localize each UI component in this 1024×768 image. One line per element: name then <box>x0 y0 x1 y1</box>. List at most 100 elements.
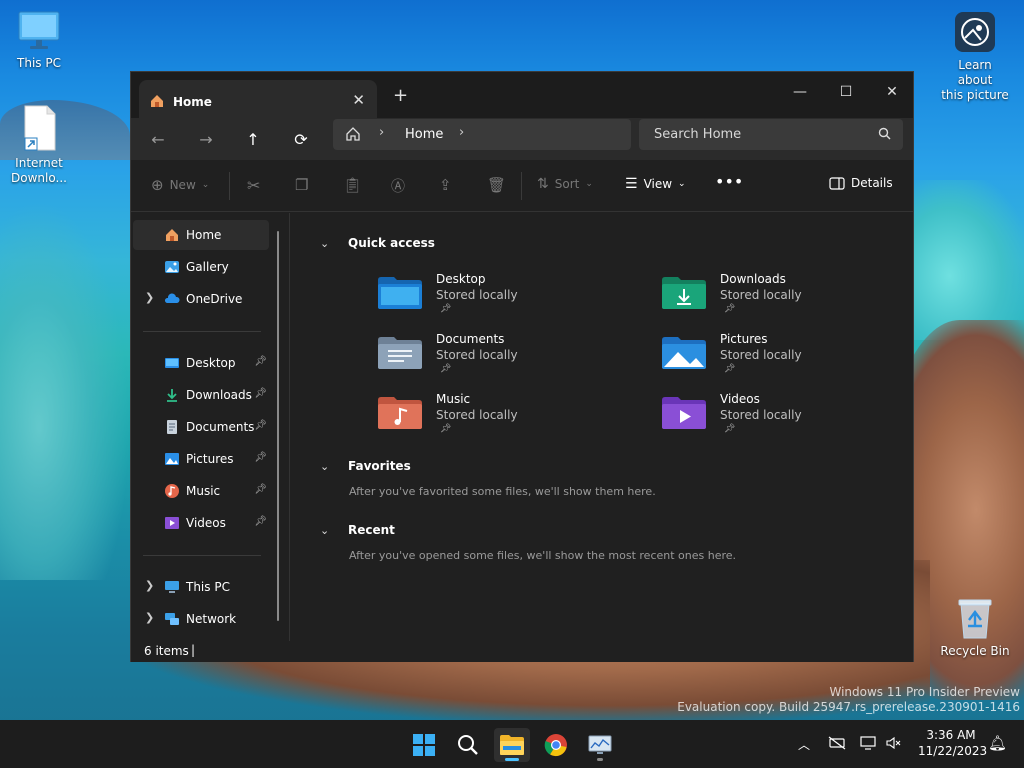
maximize-button[interactable]: ☐ <box>823 78 869 106</box>
folder-name: Pictures <box>720 332 768 346</box>
sidebar-item-pictures[interactable]: Pictures 📌︎ <box>133 444 269 474</box>
close-window-button[interactable]: ✕ <box>869 78 915 106</box>
taskbar-file-explorer[interactable] <box>494 728 530 762</box>
search-icon <box>878 127 891 140</box>
pin-icon[interactable]: 📌︎ <box>254 516 267 527</box>
pin-icon[interactable]: 📌︎ <box>254 452 267 463</box>
copy-button[interactable]: ❐ <box>295 176 308 194</box>
desktop-folder-icon <box>378 277 422 309</box>
tab-home[interactable]: Home ✕ <box>139 80 377 118</box>
quick-access-music[interactable]: Music Stored locally 📌︎ <box>378 390 598 446</box>
chevron-down-icon: ⌄ <box>320 459 330 473</box>
chevron-right-icon[interactable]: › <box>379 125 384 140</box>
desktop-icon-learn-picture[interactable]: Learn about this picture <box>940 10 1010 103</box>
sidebar-item-music[interactable]: Music 📌︎ <box>133 476 269 506</box>
details-button[interactable]: Details <box>829 176 893 190</box>
folder-name: Music <box>436 392 471 406</box>
quick-access-documents[interactable]: Documents Stored locally 📌︎ <box>378 330 598 386</box>
view-list-icon: ☰ <box>625 176 638 192</box>
search-taskbar-button[interactable] <box>450 728 486 762</box>
pin-icon: 📌︎ <box>440 304 452 314</box>
sidebar-scrollbar[interactable] <box>277 231 279 621</box>
taskbar-chrome[interactable] <box>538 728 574 762</box>
more-options-button[interactable]: ••• <box>715 172 743 191</box>
share-button[interactable]: ⇪ <box>439 176 452 194</box>
pin-icon: 📌︎ <box>724 304 736 314</box>
cut-button[interactable]: ✂ <box>247 176 260 195</box>
paste-button[interactable]: 📋︎ <box>343 176 362 194</box>
new-tab-button[interactable]: + <box>393 85 408 106</box>
section-title: Recent <box>348 523 395 537</box>
desktop-icon-internet-download[interactable]: Internet Downlo... <box>4 104 74 186</box>
back-button[interactable]: ← <box>145 127 171 153</box>
search-input[interactable]: Search Home <box>639 119 903 150</box>
quick-access-downloads[interactable]: Downloads Stored locally 📌︎ <box>662 270 882 326</box>
sidebar-item-home[interactable]: Home <box>133 220 269 250</box>
chevron-up-icon[interactable]: ︿ <box>798 736 810 753</box>
refresh-button[interactable]: ⟳ <box>288 127 314 153</box>
desktop-icon-this-pc[interactable]: This PC <box>4 8 74 71</box>
taskbar-resource-monitor[interactable] <box>582 728 618 762</box>
chevron-right-icon[interactable]: ❯ <box>145 611 154 624</box>
monitor-icon <box>18 11 60 49</box>
forward-button[interactable]: → <box>193 127 219 153</box>
folder-status: Stored locally <box>436 288 518 302</box>
sidebar-item-documents[interactable]: Documents 📌︎ <box>133 412 269 442</box>
folder-status: Stored locally <box>436 408 518 422</box>
chevron-right-icon[interactable]: ❯ <box>145 291 154 304</box>
display-icon[interactable] <box>860 736 878 754</box>
pin-icon[interactable]: 📌︎ <box>254 356 267 367</box>
taskbar-clock[interactable]: 3:36 AM 11/22/2023 <box>918 727 987 759</box>
section-favorites[interactable]: ⌄ Favorites <box>320 459 411 473</box>
breadcrumb-home[interactable]: Home <box>405 127 443 142</box>
notification-bell-icon[interactable]: 🔔︎ <box>988 734 1007 752</box>
pin-icon[interactable]: 📌︎ <box>254 420 267 431</box>
sidebar-item-onedrive[interactable]: ❯ OneDrive <box>133 284 269 314</box>
pin-icon[interactable]: 📌︎ <box>254 388 267 399</box>
desktop-icon-recycle-bin[interactable]: Recycle Bin <box>940 596 1010 659</box>
chrome-icon <box>544 734 567 757</box>
camera-spotlight-icon <box>955 12 995 52</box>
new-button[interactable]: ⊕ New ⌄ <box>151 176 209 194</box>
section-recent[interactable]: ⌄ Recent <box>320 523 395 537</box>
windows-logo-icon <box>413 734 435 756</box>
sidebar-item-gallery[interactable]: Gallery <box>133 252 269 282</box>
content-area: ⌄ Quick access Desktop Stored locally 📌︎… <box>290 213 914 641</box>
delete-button[interactable]: 🗑︎ <box>487 176 506 194</box>
minimize-button[interactable]: — <box>777 78 823 106</box>
sidebar-item-desktop[interactable]: Desktop 📌︎ <box>133 348 269 378</box>
up-button[interactable]: ↑ <box>240 127 266 153</box>
pin-icon[interactable]: 📌︎ <box>254 484 267 495</box>
start-button[interactable] <box>406 728 442 762</box>
sidebar-item-downloads[interactable]: Downloads 📌︎ <box>133 380 269 410</box>
clock-time: 3:36 AM <box>926 728 976 742</box>
quick-access-pictures[interactable]: Pictures Stored locally 📌︎ <box>662 330 882 386</box>
quick-access-desktop[interactable]: Desktop Stored locally 📌︎ <box>378 270 598 326</box>
folder-name: Documents <box>436 332 505 346</box>
network-offline-icon[interactable] <box>828 736 846 754</box>
close-tab-icon[interactable]: ✕ <box>352 91 365 109</box>
sidebar-item-this-pc[interactable]: ❯ This PC <box>133 572 269 602</box>
share-icon: ⇪ <box>439 176 452 194</box>
sidebar-item-label: Desktop <box>186 356 236 370</box>
sidebar-item-network[interactable]: ❯ Network <box>133 604 269 634</box>
folder-icon <box>500 735 524 755</box>
address-bar[interactable]: › Home › <box>333 119 631 150</box>
divider <box>143 555 261 556</box>
section-quick-access[interactable]: ⌄ Quick access <box>320 236 435 250</box>
sort-button[interactable]: ⇅ Sort ⌄ <box>537 176 593 192</box>
quick-access-videos[interactable]: Videos Stored locally 📌︎ <box>662 390 882 446</box>
home-icon <box>151 95 163 107</box>
chevron-right-icon[interactable]: › <box>459 125 464 140</box>
downloads-folder-icon <box>662 277 706 309</box>
wallpaper-lagoon-right <box>900 180 1024 340</box>
rename-button[interactable]: Ⓐ <box>391 176 405 196</box>
pin-icon: 📌︎ <box>724 364 736 374</box>
volume-glyph <box>886 736 901 750</box>
chevron-right-icon[interactable]: ❯ <box>145 579 154 592</box>
view-button[interactable]: ☰ View ⌄ <box>625 176 686 192</box>
pin-icon: 📌︎ <box>724 424 736 434</box>
volume-muted-icon[interactable] <box>886 736 902 754</box>
sidebar-item-videos[interactable]: Videos 📌︎ <box>133 508 269 538</box>
sidebar-item-label: Gallery <box>186 260 229 274</box>
